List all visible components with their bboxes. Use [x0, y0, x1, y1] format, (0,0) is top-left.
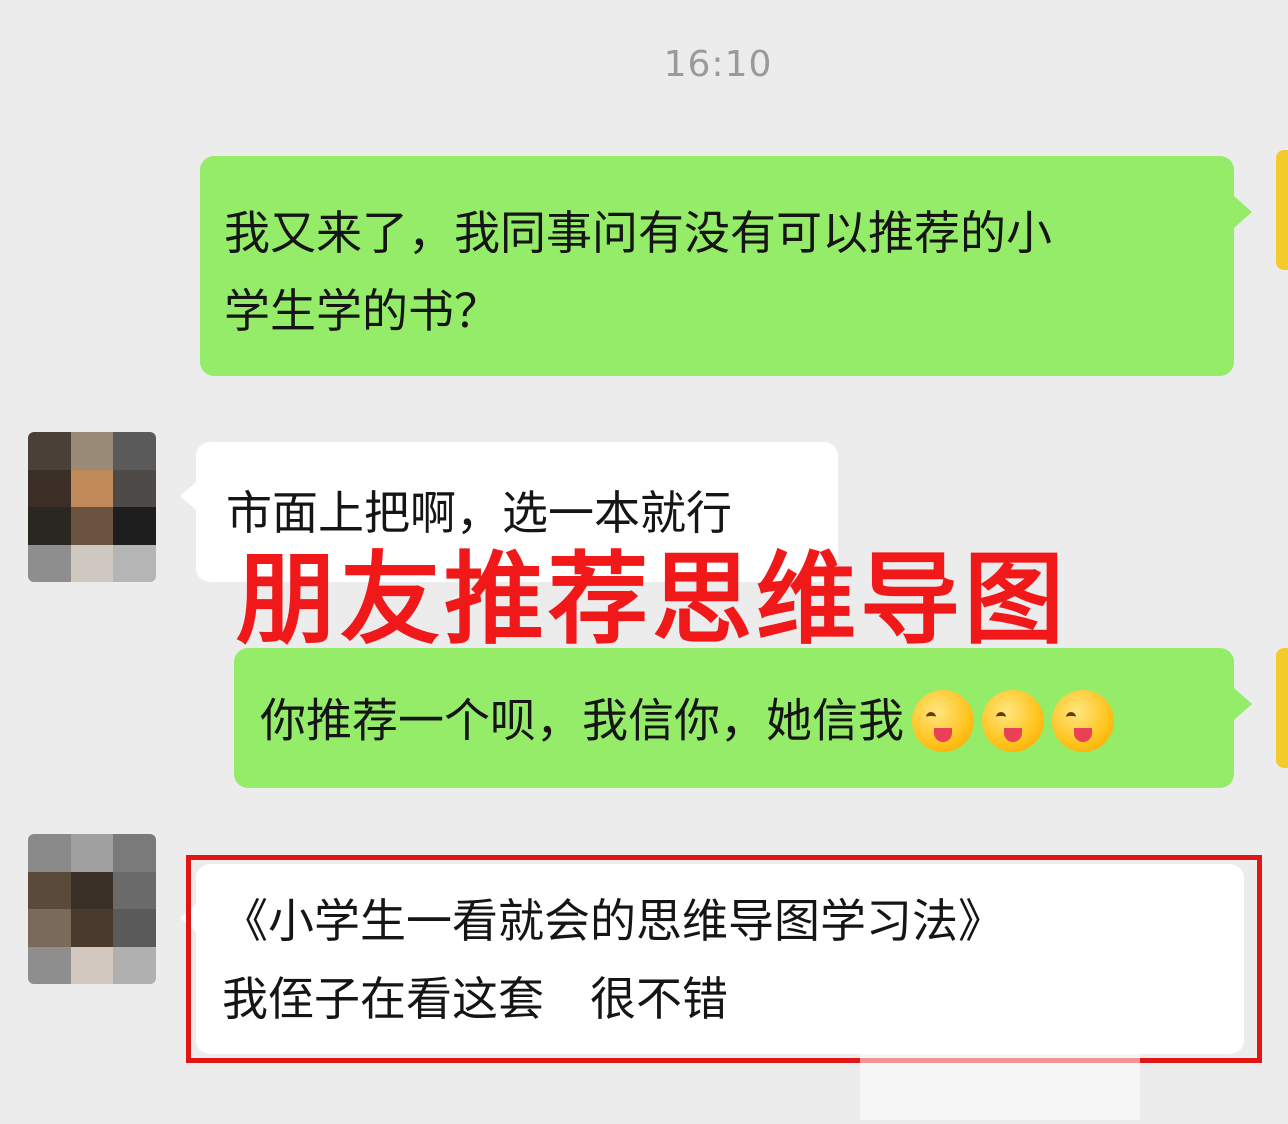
- self-avatar[interactable]: [1276, 648, 1288, 768]
- contact-avatar[interactable]: [28, 432, 156, 582]
- message-bubble-outgoing[interactable]: 我又来了，我同事问有没有可以推荐的小 学生学的书？: [200, 156, 1252, 376]
- winking-tongue-emoji-icon: [912, 689, 974, 752]
- message-line: 你推荐一个呗，我信你，她信我: [260, 693, 904, 748]
- message-line: 学生学的书？: [224, 284, 500, 338]
- timestamp: 16:10: [663, 44, 773, 85]
- contact-avatar[interactable]: [28, 834, 156, 984]
- bubble-tail: [180, 482, 196, 510]
- message-line: 我又来了，我同事问有没有可以推荐的小: [224, 206, 1052, 260]
- overlay-caption: 朋友推荐思维导图: [236, 541, 1068, 658]
- message-bubble-outgoing[interactable]: 你推荐一个呗，我信你，她信我: [234, 648, 1252, 788]
- watermark-patch: [860, 1010, 1140, 1120]
- bubble-tail: [1234, 688, 1252, 720]
- self-avatar[interactable]: [1276, 150, 1288, 270]
- winking-tongue-emoji-icon: [1052, 689, 1114, 752]
- bubble-tail: [1234, 196, 1252, 228]
- winking-tongue-emoji-icon: [982, 689, 1044, 752]
